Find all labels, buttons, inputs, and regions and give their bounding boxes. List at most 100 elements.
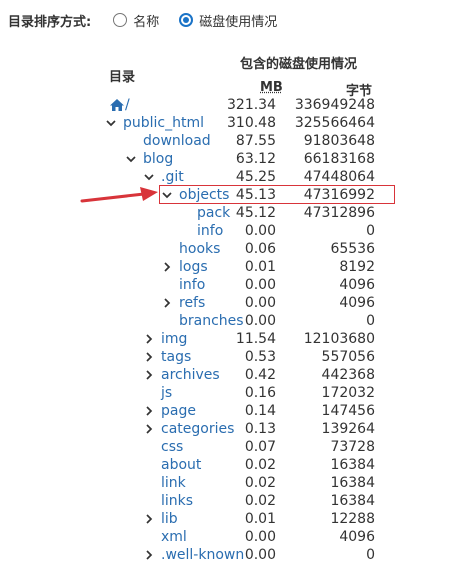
tree-row: xml 0.00 4096 (0, 528, 469, 546)
directory-link[interactable]: archives (161, 367, 220, 383)
chevron-right-icon[interactable] (144, 406, 154, 416)
directory-link[interactable]: xml (161, 529, 187, 545)
home-icon[interactable] (109, 98, 125, 112)
directory-link[interactable]: .well-known (161, 547, 244, 563)
directory-link[interactable]: link (161, 475, 186, 491)
directory-link[interactable]: img (161, 331, 187, 347)
bytes-value: 336949248 (294, 97, 375, 113)
sort-by-name-label: 名称 (133, 14, 160, 30)
bytes-value: 16384 (330, 493, 375, 509)
directory-link[interactable]: hooks (179, 241, 220, 257)
mb-value: 45.12 (235, 205, 276, 221)
tree-row: info 0.00 4096 (0, 276, 469, 294)
tree-row: links 0.02 16384 (0, 492, 469, 510)
chevron-right-icon[interactable] (144, 550, 154, 560)
directory-link[interactable]: lib (161, 511, 178, 527)
directory-link[interactable]: pack (197, 205, 230, 221)
sort-by-usage-radio[interactable]: 磁盘使用情况 (179, 11, 277, 30)
chevron-right-icon[interactable] (144, 514, 154, 524)
tree-row: js 0.16 172032 (0, 384, 469, 402)
chevron-down-icon[interactable] (106, 118, 116, 128)
chevron-down-icon[interactable] (144, 172, 154, 182)
tree-node: archives (144, 366, 220, 384)
bytes-value: 73728 (330, 439, 375, 455)
bytes-value: 12103680 (303, 331, 375, 347)
tree-row: categories 0.13 139264 (0, 420, 469, 438)
tree-node: link (161, 474, 186, 492)
directory-link[interactable]: links (161, 493, 193, 509)
directory-link[interactable]: refs (179, 295, 205, 311)
chevron-right-icon[interactable] (144, 370, 154, 380)
mb-value: 0.00 (244, 547, 276, 563)
tree-row: .git 45.25 47448064 (0, 168, 469, 186)
chevron-right-icon[interactable] (162, 298, 172, 308)
sort-options-bar: 目录排序方式: 名称 磁盘使用情况 (8, 10, 297, 30)
tree-node: logs (162, 258, 208, 276)
tree-node: about (161, 456, 201, 474)
mb-value: 45.25 (235, 169, 276, 185)
directory-link[interactable]: categories (161, 421, 234, 437)
directory-link[interactable]: public_html (123, 115, 204, 131)
directory-link[interactable]: about (161, 457, 201, 473)
mb-value: 0.16 (244, 385, 276, 401)
directory-link[interactable]: branches (179, 313, 244, 329)
directory-link[interactable]: blog (143, 151, 173, 167)
directory-link[interactable]: info (179, 277, 205, 293)
tree-node: blog (126, 150, 173, 168)
sort-by-usage-label: 磁盘使用情况 (199, 14, 278, 30)
bytes-value: 557056 (321, 349, 375, 365)
bytes-value: 0 (366, 223, 375, 239)
tree-node: / (109, 96, 130, 114)
mb-value: 0.00 (244, 529, 276, 545)
tree-row: lib 0.01 12288 (0, 510, 469, 528)
directory-link[interactable]: .git (161, 169, 184, 185)
radio-circle-checked[interactable] (179, 13, 194, 27)
sort-by-name-radio[interactable]: 名称 (113, 11, 159, 30)
directory-link[interactable]: css (161, 439, 183, 455)
directory-link[interactable]: js (161, 385, 172, 401)
chevron-right-icon[interactable] (144, 352, 154, 362)
directory-link[interactable]: logs (179, 259, 208, 275)
tree-node: .well-known (144, 546, 244, 563)
tree-node: pack (197, 204, 230, 222)
tree-row: hooks 0.06 65536 (0, 240, 469, 258)
bytes-value: 442368 (321, 367, 375, 383)
directory-link[interactable]: tags (161, 349, 191, 365)
radio-circle[interactable] (113, 13, 128, 27)
chevron-right-icon[interactable] (162, 262, 172, 272)
mb-column-header[interactable]: MB (260, 80, 283, 95)
tree-node: page (144, 402, 196, 420)
directory-link[interactable]: info (197, 223, 223, 239)
mb-value: 63.12 (235, 151, 276, 167)
mb-value: 321.34 (227, 97, 276, 113)
mb-value: 0.01 (244, 259, 276, 275)
mb-value: 0.13 (244, 421, 276, 437)
chevron-right-icon[interactable] (144, 334, 154, 344)
chevron-right-icon[interactable] (144, 424, 154, 434)
chevron-down-icon[interactable] (126, 154, 136, 164)
mb-value: 0.02 (244, 457, 276, 473)
bytes-value: 0 (366, 313, 375, 329)
bytes-value: 47448064 (303, 169, 375, 185)
mb-value: 310.48 (227, 115, 276, 131)
directory-link[interactable]: download (143, 133, 211, 149)
tree-node: img (144, 330, 187, 348)
tree-node: categories (144, 420, 234, 438)
bytes-value: 4096 (339, 277, 375, 293)
directory-link[interactable]: / (125, 97, 130, 113)
usage-header: 包含的磁盘使用情况 (240, 57, 358, 72)
tree-node: info (179, 276, 205, 294)
tree-row: public_html 310.48 325566464 (0, 114, 469, 132)
bytes-value: 91803648 (303, 133, 375, 149)
tree-row: refs 0.00 4096 (0, 294, 469, 312)
bytes-value: 16384 (330, 457, 375, 473)
tree-node: hooks (179, 240, 220, 258)
bytes-value: 8192 (339, 259, 375, 275)
mb-value: 0.00 (244, 277, 276, 293)
bytes-value: 65536 (330, 241, 375, 257)
directory-link[interactable]: page (161, 403, 196, 419)
tree-row: tags 0.53 557056 (0, 348, 469, 366)
bytes-value: 147456 (321, 403, 375, 419)
tree-row: info 0.00 0 (0, 222, 469, 240)
tree-row: blog 63.12 66183168 (0, 150, 469, 168)
